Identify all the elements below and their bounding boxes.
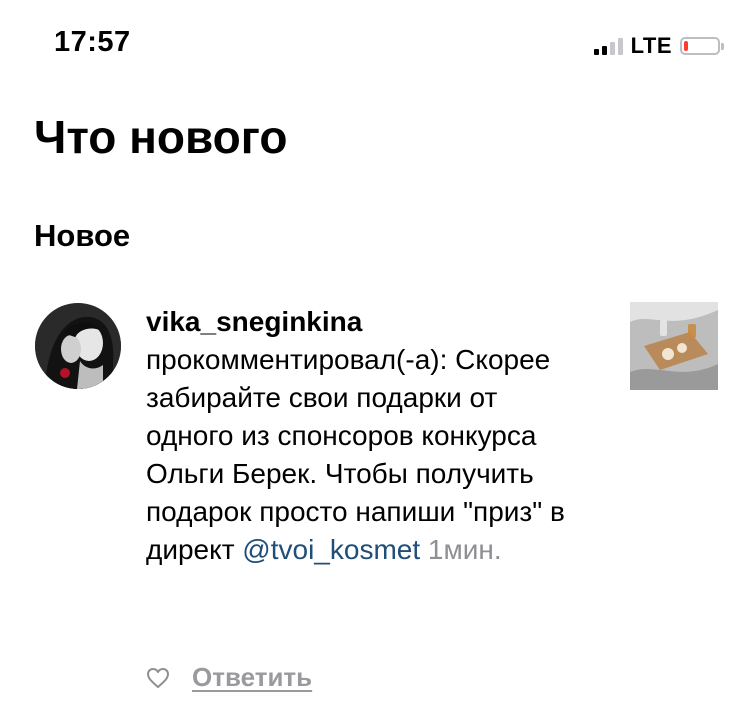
- signal-strength-icon: [593, 37, 623, 55]
- network-type: LTE: [630, 33, 672, 58]
- action-text: прокомментировал(-а):: [146, 344, 448, 375]
- page-title: Что нового: [34, 111, 288, 163]
- comment-actions: Ответить: [146, 662, 312, 693]
- avatar-image: [35, 303, 121, 389]
- reply-button[interactable]: Ответить: [192, 662, 312, 693]
- avatar[interactable]: [35, 303, 121, 389]
- section-title: Новое: [34, 218, 131, 253]
- post-thumbnail[interactable]: [630, 302, 718, 390]
- status-indicators: LTE: [593, 33, 724, 59]
- like-button[interactable]: [146, 667, 170, 689]
- status-time: 17:57: [54, 26, 131, 58]
- username-link[interactable]: vika_sneginkina: [146, 306, 362, 337]
- comment-body: Скорее забирайте свои подарки от одного …: [146, 344, 565, 565]
- timestamp: 1мин.: [427, 534, 502, 565]
- heart-outline-icon: [147, 667, 169, 688]
- battery-icon: [680, 37, 724, 55]
- mention-link[interactable]: @tvoi_kosmet: [242, 534, 420, 565]
- comment-text: vika_sneginkina прокомментировал(-а): Ск…: [146, 303, 586, 569]
- post-thumbnail-image: [630, 302, 718, 390]
- battery-level: [684, 41, 688, 51]
